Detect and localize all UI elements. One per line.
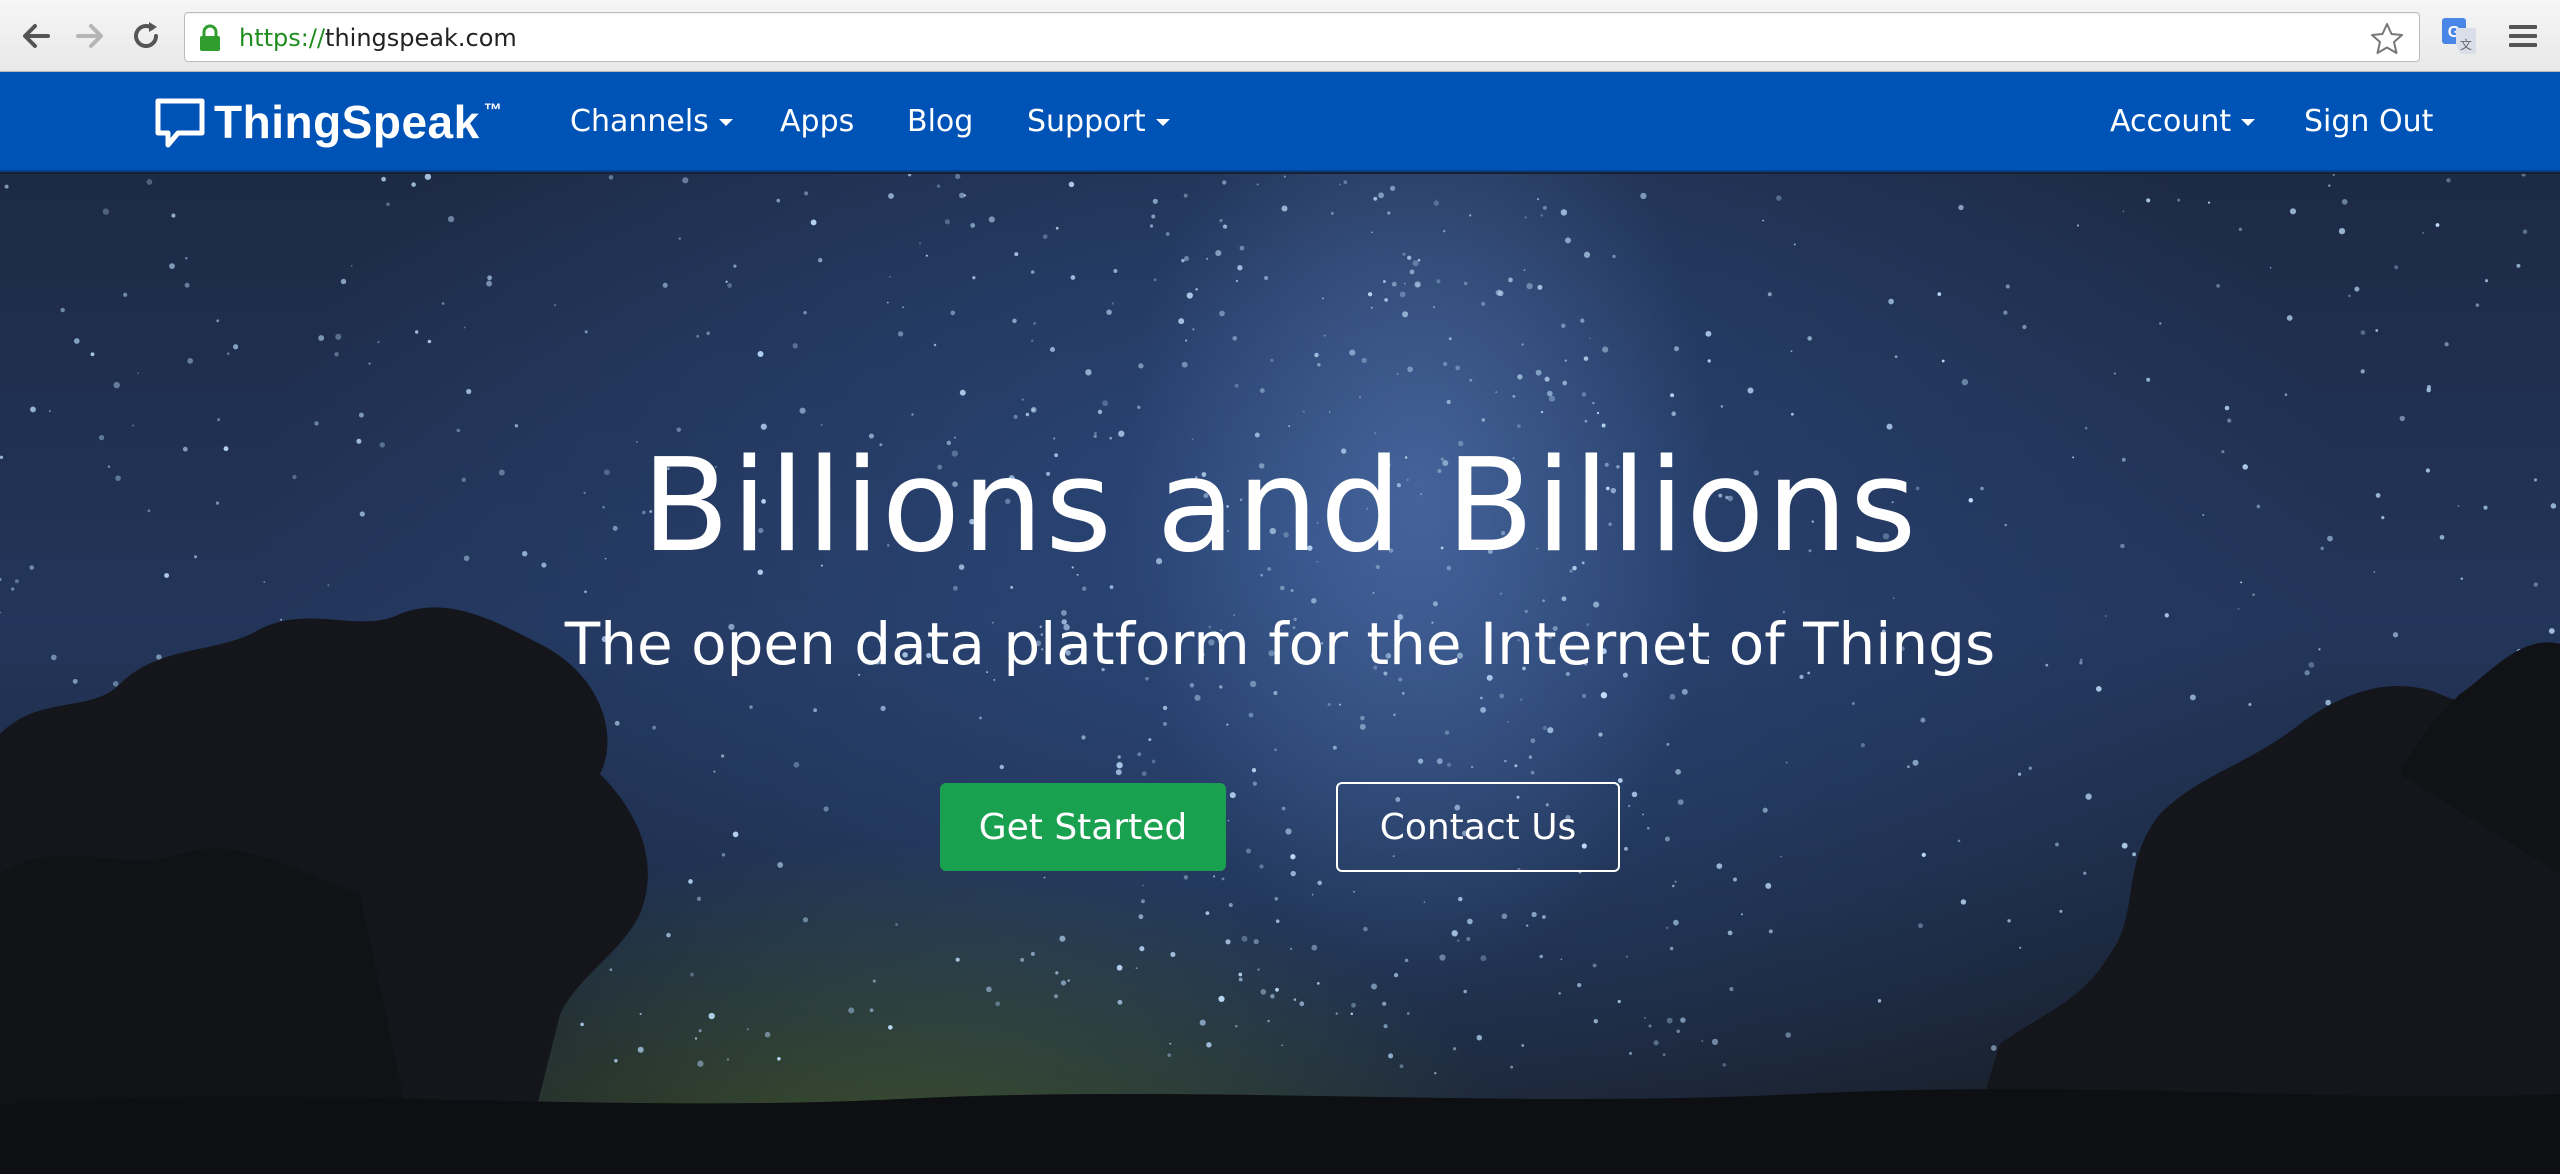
brand-name: ThingSpeak bbox=[214, 96, 480, 148]
url-text: https://thingspeak.com bbox=[239, 23, 517, 53]
nav-channels-label: Channels bbox=[570, 104, 709, 139]
arrow-right-icon bbox=[76, 24, 103, 48]
hero-section: Billions and Billions The open data plat… bbox=[0, 174, 2560, 1174]
brand-trademark: ™ bbox=[483, 100, 502, 120]
url-scheme: https:// bbox=[239, 24, 326, 52]
contact-us-button[interactable]: Contact Us bbox=[1336, 782, 1620, 872]
nav-account-label: Account bbox=[2110, 104, 2232, 139]
forward-button[interactable] bbox=[68, 14, 112, 58]
nav-support-label: Support bbox=[1027, 104, 1146, 139]
address-bar[interactable]: https://thingspeak.com bbox=[184, 12, 2420, 62]
nav-account-dropdown[interactable]: Account bbox=[2110, 102, 2256, 142]
back-button[interactable] bbox=[14, 14, 58, 58]
site-navbar: ThingSpeak ™ Channels Apps Blog Support … bbox=[0, 72, 2560, 172]
browser-toolbar: https://thingspeak.com G 文 bbox=[0, 0, 2560, 72]
caret-down-icon bbox=[2241, 118, 2256, 126]
brand-link[interactable]: ThingSpeak ™ bbox=[154, 94, 502, 150]
nav-apps-label: Apps bbox=[780, 104, 855, 139]
nav-blog-link[interactable]: Blog bbox=[907, 102, 973, 142]
star-icon[interactable] bbox=[2369, 21, 2405, 57]
nav-sign-out-link[interactable]: Sign Out bbox=[2304, 102, 2433, 142]
nav-apps-link[interactable]: Apps bbox=[780, 102, 854, 142]
hamburger-menu-icon[interactable] bbox=[2506, 20, 2540, 52]
speech-bubble-icon bbox=[155, 98, 205, 148]
caret-down-icon bbox=[718, 118, 733, 126]
nav-support-dropdown[interactable]: Support bbox=[1027, 102, 1170, 142]
nav-channels-dropdown[interactable]: Channels bbox=[570, 102, 733, 142]
get-started-button[interactable]: Get Started bbox=[940, 783, 1226, 871]
reload-icon bbox=[134, 22, 158, 48]
arrow-left-icon bbox=[23, 24, 50, 48]
nav-blog-label: Blog bbox=[907, 104, 974, 139]
url-host: thingspeak.com bbox=[325, 24, 517, 52]
caret-down-icon bbox=[1155, 118, 1170, 126]
hero-title: Billions and Billions bbox=[641, 432, 1919, 581]
google-translate-icon[interactable]: G 文 bbox=[2440, 16, 2478, 56]
svg-text:文: 文 bbox=[2460, 37, 2472, 52]
nav-sign-out-label: Sign Out bbox=[2304, 104, 2434, 139]
reload-button[interactable] bbox=[124, 14, 168, 58]
hero-subtitle: The open data platform for the Internet … bbox=[564, 610, 1996, 678]
lock-icon bbox=[200, 24, 220, 51]
